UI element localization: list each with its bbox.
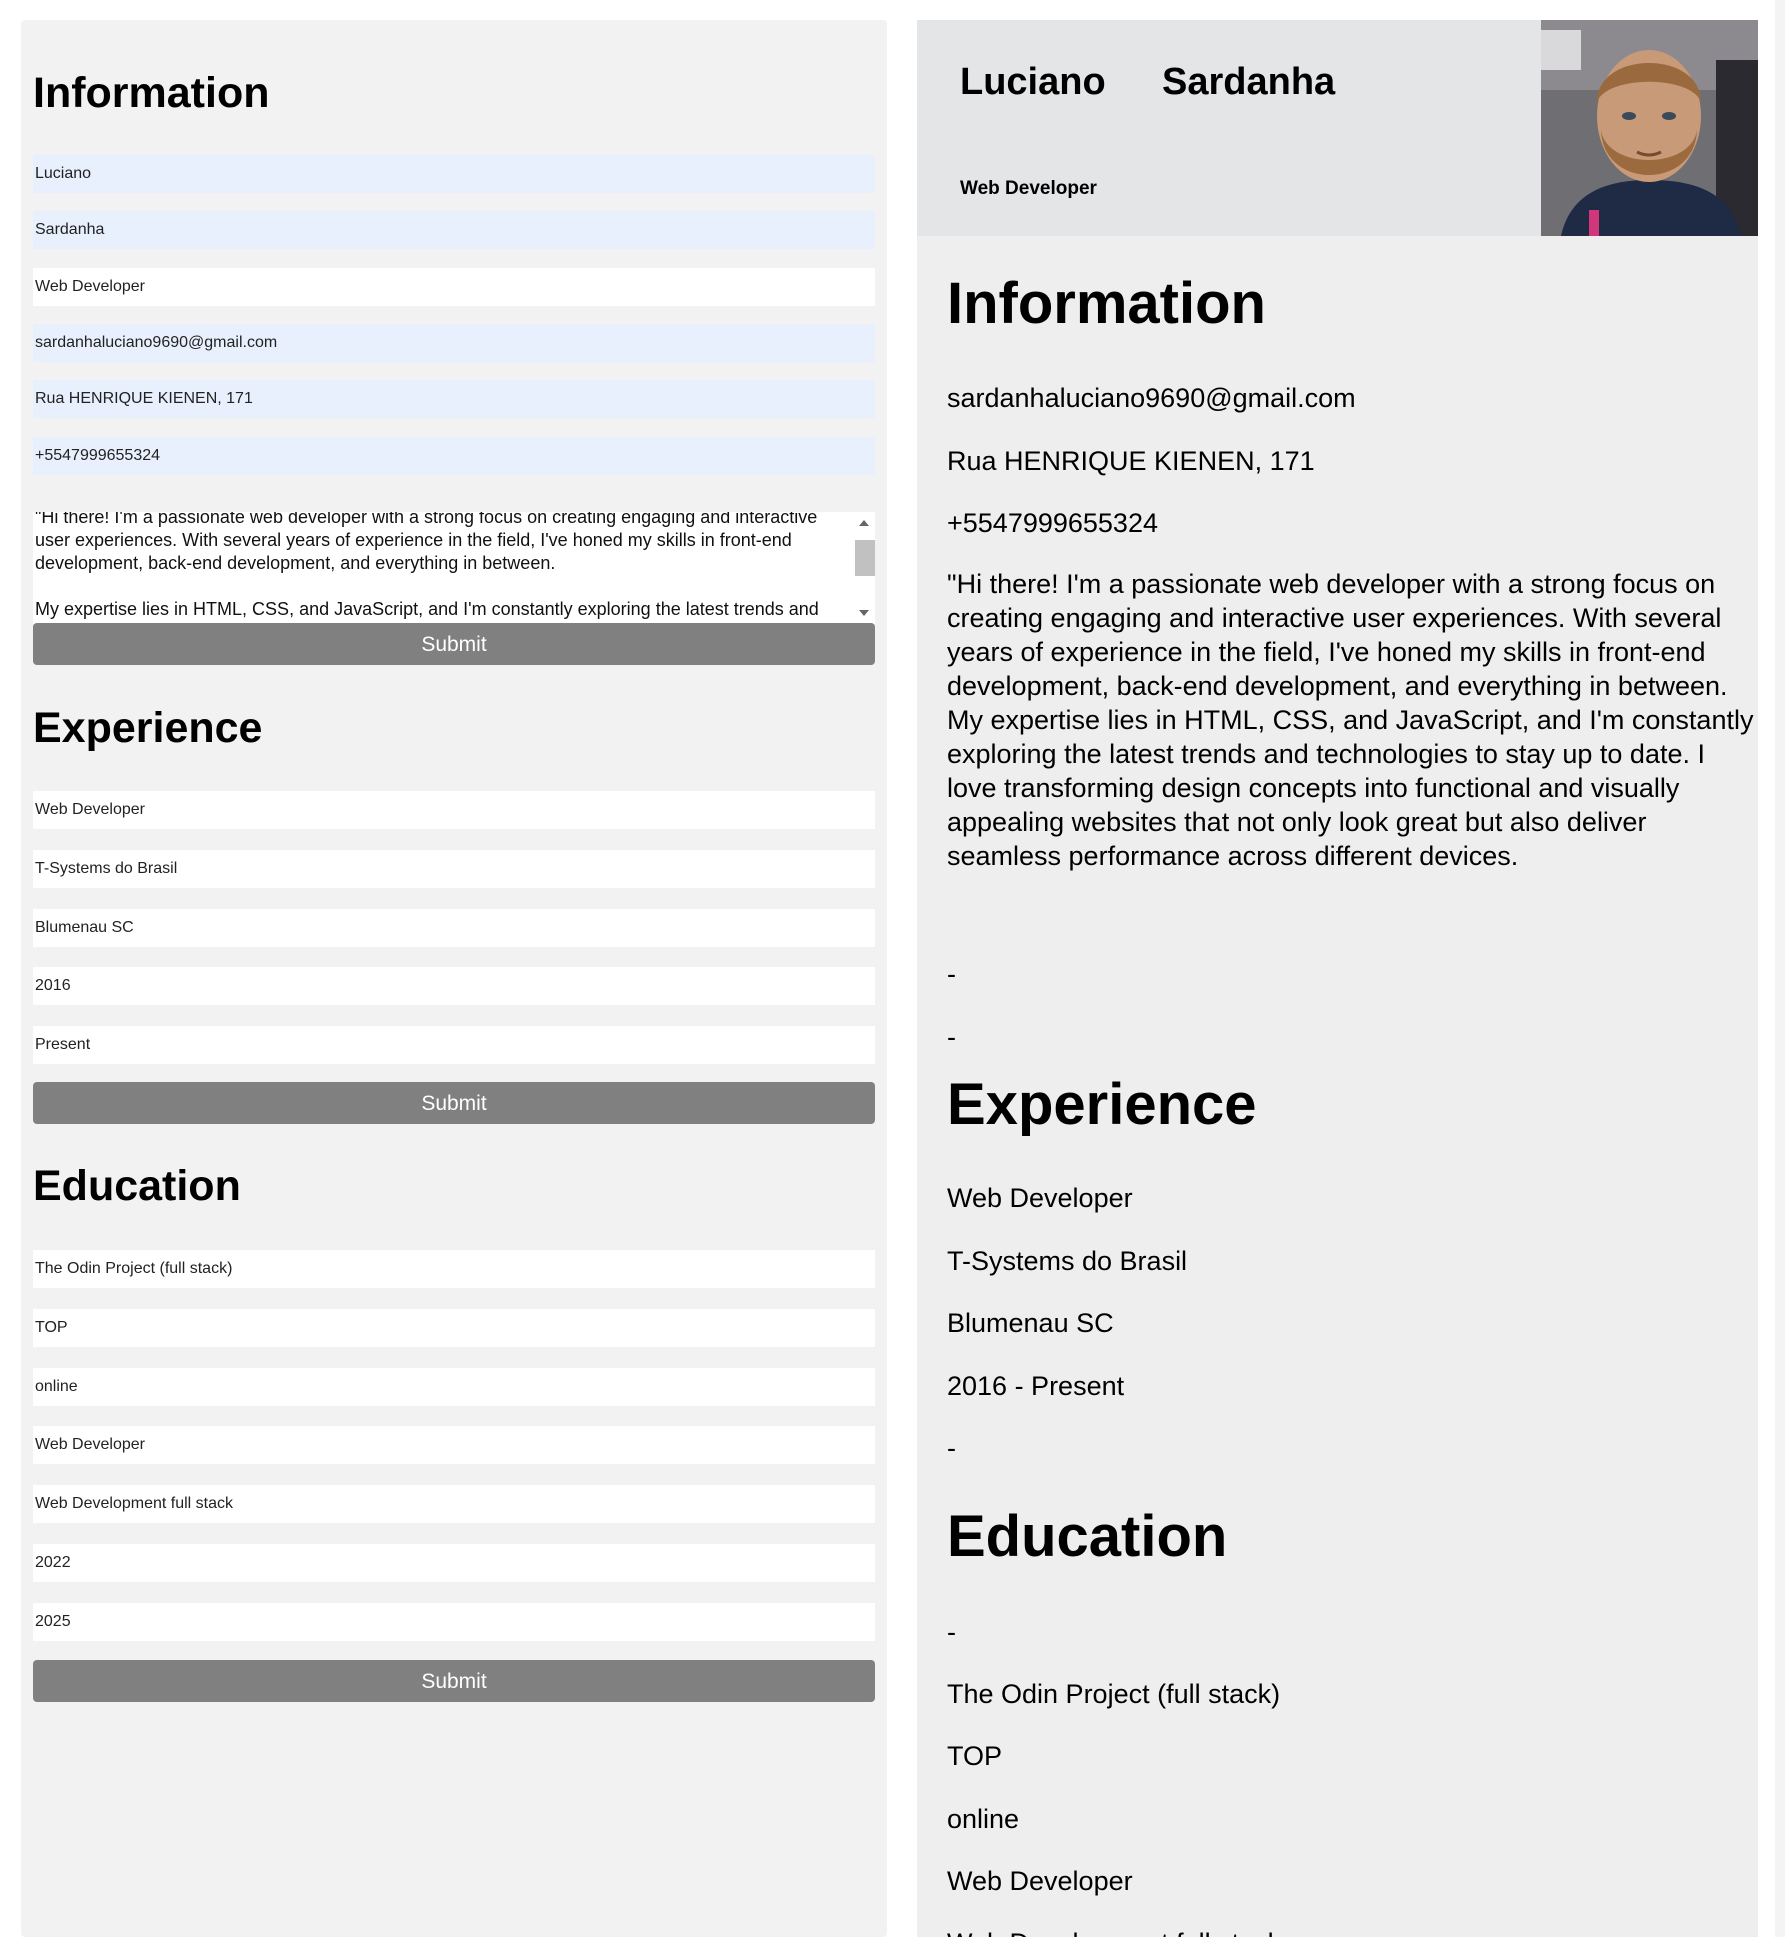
cv-education-heading: Education xyxy=(947,1504,1228,1569)
form-panel: Information "Hi there! I'm a passionate … xyxy=(21,20,887,1937)
cv-experience-location: Blumenau SC xyxy=(947,1308,1114,1338)
experience-start-input[interactable] xyxy=(33,967,875,1005)
cv-experience-dash: - xyxy=(947,1433,956,1463)
institution-input[interactable] xyxy=(33,1309,875,1347)
cv-title: Web Developer xyxy=(960,178,1097,199)
profile-photo xyxy=(1541,20,1758,236)
phone-input[interactable] xyxy=(33,437,875,475)
cv-first-name: Luciano xyxy=(960,61,1106,103)
experience-end-input[interactable] xyxy=(33,1026,875,1064)
email-input[interactable] xyxy=(33,324,875,362)
about-textarea-scrollbar[interactable] xyxy=(853,512,875,624)
about-textarea[interactable]: "Hi there! I'm a passionate web develope… xyxy=(33,512,875,624)
school-input[interactable] xyxy=(33,1250,875,1288)
cv-education-location: online xyxy=(947,1804,1020,1834)
scroll-thumb[interactable] xyxy=(855,540,875,576)
profile-photo-icon xyxy=(1541,20,1758,236)
cv-about: "Hi there! I'm a passionate web develope… xyxy=(947,569,1754,871)
cv-last-name: Sardanha xyxy=(1162,61,1336,103)
cv-experience-period: 2016 - Present xyxy=(947,1371,1125,1401)
degree-input[interactable] xyxy=(33,1426,875,1464)
address-input[interactable] xyxy=(33,380,875,418)
education-submit-button[interactable]: Submit xyxy=(33,1660,875,1702)
experience-form-heading: Experience xyxy=(33,704,263,752)
cv-information-dash: - xyxy=(947,959,956,989)
about-textarea-text: "Hi there! I'm a passionate web develope… xyxy=(35,512,819,624)
position-input[interactable] xyxy=(33,791,875,829)
title-input[interactable] xyxy=(33,268,875,306)
scroll-down-arrow-icon[interactable] xyxy=(859,610,869,616)
cv-email: sardanhaluciano9690@gmail.com xyxy=(947,383,1356,413)
first-name-input[interactable] xyxy=(33,155,875,193)
cv-education-course: Web Development full stack xyxy=(947,1926,1281,1937)
education-start-input[interactable] xyxy=(33,1544,875,1582)
cv-education-school: The Odin Project (full stack) xyxy=(947,1679,1281,1709)
cv-phone: +5547999655324 xyxy=(947,508,1158,538)
cv-experience-position: Web Developer xyxy=(947,1183,1133,1213)
experience-location-input[interactable] xyxy=(33,909,875,947)
company-input[interactable] xyxy=(33,850,875,888)
cv-experience-heading: Experience xyxy=(947,1072,1257,1137)
cv-preview: Luciano Sardanha Web Developer Informati… xyxy=(917,20,1758,1937)
education-form-heading: Education xyxy=(33,1162,241,1210)
scroll-up-arrow-icon[interactable] xyxy=(859,520,869,526)
education-end-input[interactable] xyxy=(33,1603,875,1641)
cv-header: Luciano Sardanha Web Developer xyxy=(917,20,1758,236)
last-name-input[interactable] xyxy=(33,211,875,249)
cv-builder-page: Information "Hi there! I'm a passionate … xyxy=(0,0,1785,1937)
cv-address: Rua HENRIQUE KIENEN, 171 xyxy=(947,446,1315,476)
cv-information-dash: - xyxy=(947,1022,956,1052)
page-scrollbar[interactable] xyxy=(1775,0,1785,1937)
cv-experience-company: T-Systems do Brasil xyxy=(947,1246,1188,1276)
information-form-heading: Information xyxy=(33,69,270,117)
information-submit-button[interactable]: Submit xyxy=(33,623,875,665)
course-input[interactable] xyxy=(33,1485,875,1523)
experience-submit-button[interactable]: Submit xyxy=(33,1082,875,1124)
education-location-input[interactable] xyxy=(33,1368,875,1406)
cv-education-dash: - xyxy=(947,1617,956,1647)
cv-education-degree: Web Developer xyxy=(947,1866,1133,1896)
cv-education-institution: TOP xyxy=(947,1741,1003,1771)
cv-information-heading: Information xyxy=(947,271,1266,336)
